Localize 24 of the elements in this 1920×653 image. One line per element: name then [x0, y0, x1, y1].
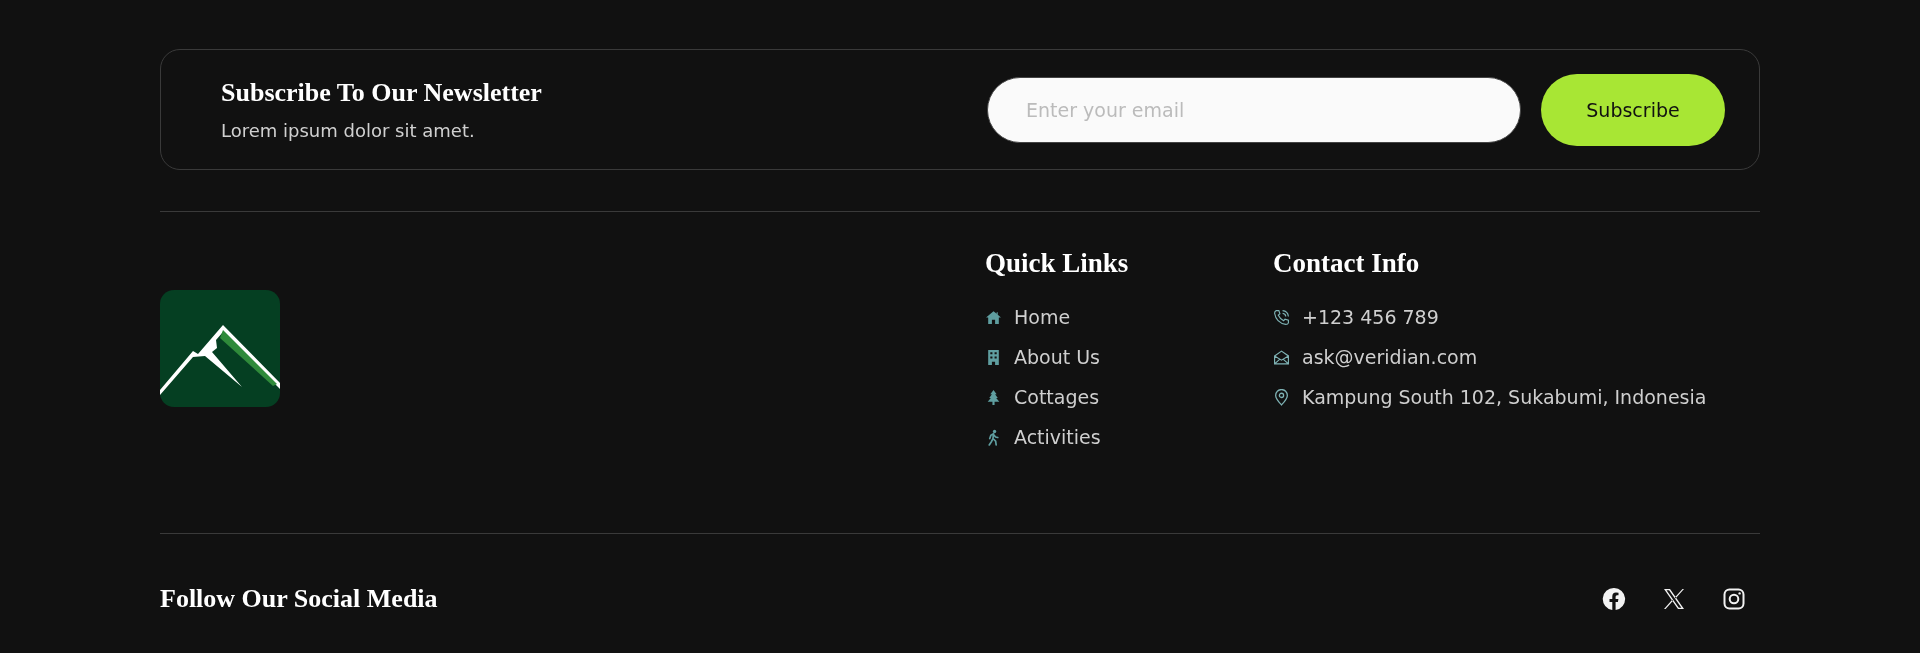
quick-link[interactable]: Home [1014, 305, 1071, 330]
x-logo-icon[interactable] [1662, 587, 1686, 611]
newsletter-text: Lorem ipsum dolor sit amet. [221, 120, 476, 141]
contact-info-heading: Contact Info [1273, 248, 1421, 279]
tree-icon [985, 389, 1002, 406]
building-icon [985, 349, 1002, 366]
social-media-heading: Follow Our Social Media [160, 584, 438, 614]
phone-icon [1273, 309, 1290, 326]
house-icon [985, 309, 1002, 326]
quick-link[interactable]: Cottages [1014, 385, 1100, 410]
contact-text: Kampung South 102, Sukabumi, Indonesia [1302, 385, 1707, 410]
quick-link[interactable]: Activities [1014, 425, 1101, 450]
contact-text: +123 456 789 [1302, 305, 1439, 330]
subscribe-button[interactable]: Subscribe [1541, 73, 1725, 146]
mountain-logo-icon [160, 290, 280, 407]
map-pin-icon [1273, 389, 1290, 406]
envelope-icon [1273, 349, 1290, 366]
contact-text: ask@veridian.com [1302, 345, 1478, 370]
quick-links-heading: Quick Links [985, 248, 1130, 279]
quick-link[interactable]: About Us [1014, 345, 1101, 370]
instagram-icon[interactable] [1722, 587, 1746, 611]
email-field[interactable]: Enter your email [987, 76, 1521, 143]
facebook-icon[interactable] [1602, 587, 1626, 611]
newsletter-title: Subscribe To Our Newsletter [221, 78, 542, 108]
